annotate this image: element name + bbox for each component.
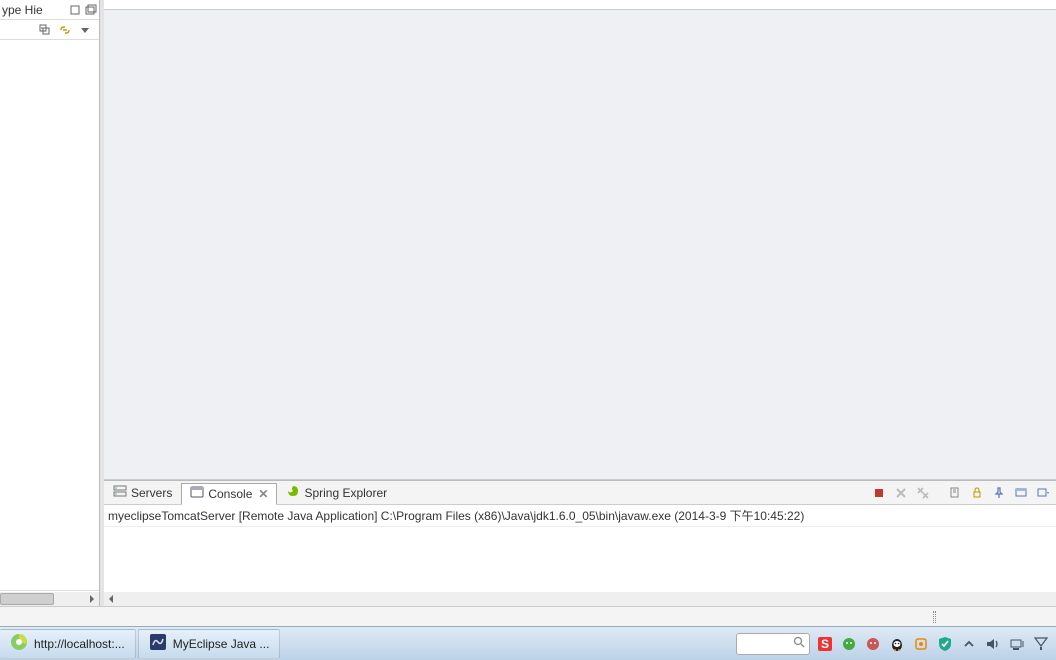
hscroll-left-arrow[interactable] [104,592,118,606]
taskbar-search-input[interactable] [741,638,793,650]
statusbar [0,606,1056,626]
tab-label: Console [208,487,252,501]
console-launch-description: myeclipseTomcatServer [Remote Java Appli… [104,505,1056,527]
editor-tab-strip [104,0,1056,10]
hscroll-right-arrow[interactable] [85,592,99,606]
tray-tool-icon[interactable] [912,635,930,653]
windows-taskbar: http://localhost:... MyEclipse Java ... … [0,626,1056,660]
scroll-lock-button[interactable] [968,484,986,502]
remove-all-terminated-button[interactable] [914,484,932,502]
console-icon [190,486,204,501]
view-tab-bar: ype Hie [0,0,99,20]
taskbar-item-label: MyEclipse Java ... [173,637,270,651]
console-toolbar [870,484,1056,502]
collapse-all-icon[interactable] [37,22,53,38]
svg-text:S: S [821,637,829,651]
tab-label: Servers [131,486,172,500]
link-with-editor-icon[interactable] [57,22,73,38]
editor-column: Servers Console ✕ Spring Explorer [100,0,1056,606]
ide-window: ype Hie [0,0,1056,626]
terminate-button[interactable] [870,484,888,502]
bottom-tabs: Servers Console ✕ Spring Explorer [104,481,1056,505]
taskbar-item-browser[interactable]: http://localhost:... [0,629,136,659]
tray-qq-icon[interactable] [888,635,906,653]
tab-label: Spring Explorer [304,486,387,500]
console-output[interactable] [104,527,1056,592]
taskbar-item-label: http://localhost:... [34,637,125,651]
tray-action-center-icon[interactable] [1032,635,1050,653]
tray-app-icon[interactable] [840,635,858,653]
maximize-icon[interactable] [83,2,99,18]
tab-servers[interactable]: Servers [104,482,181,504]
sidebar-hscroll [0,590,99,606]
tray-character-icon[interactable] [864,635,882,653]
close-icon[interactable]: ✕ [258,487,268,501]
taskbar-search[interactable] [736,633,810,655]
type-hierarchy-tree[interactable] [0,40,99,590]
tab-spring-explorer[interactable]: Spring Explorer [277,482,396,504]
view-toolbar [0,20,99,40]
tray-chevron-up-icon[interactable] [960,635,978,653]
servers-icon [113,485,127,500]
statusbar-grip[interactable] [933,611,936,623]
system-tray: S [736,633,1056,655]
hscroll-track[interactable] [0,592,85,606]
tray-network-icon[interactable] [1008,635,1026,653]
tray-sogou-icon[interactable]: S [816,635,834,653]
console-hscroll [104,592,1056,606]
browser-icon [10,633,28,654]
tab-console[interactable]: Console ✕ [181,483,277,505]
taskbar-item-myeclipse[interactable]: MyEclipse Java ... [138,629,281,659]
minimize-icon[interactable] [67,2,83,18]
pin-console-button[interactable] [990,484,1008,502]
type-hierarchy-view: ype Hie [0,0,100,606]
editor-area[interactable] [104,10,1056,480]
bottom-views-panel: Servers Console ✕ Spring Explorer [104,480,1056,606]
clear-console-button[interactable] [946,484,964,502]
spring-icon [286,485,300,500]
ide-body: ype Hie [0,0,1056,606]
view-title: ype Hie [2,3,67,17]
tray-volume-icon[interactable] [984,635,1002,653]
tray-shield-icon[interactable] [936,635,954,653]
search-icon [793,636,805,651]
myeclipse-icon [149,633,167,654]
open-console-button[interactable] [1034,484,1052,502]
remove-launch-button[interactable] [892,484,910,502]
view-menu-icon[interactable] [77,22,93,38]
display-selected-console-button[interactable] [1012,484,1030,502]
hscroll-thumb[interactable] [0,593,54,605]
